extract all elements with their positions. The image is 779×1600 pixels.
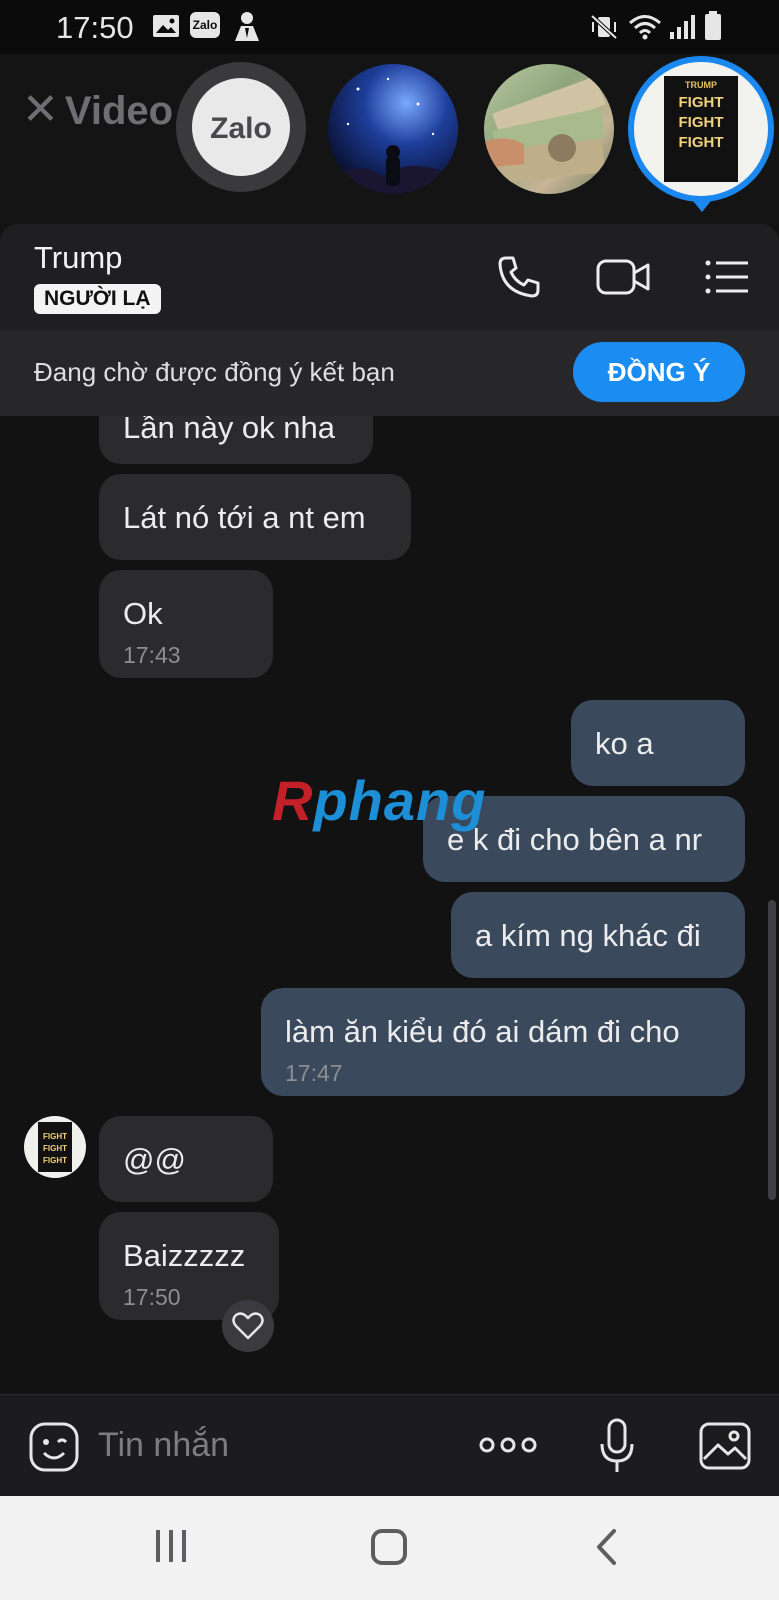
react-heart-button[interactable] <box>222 1300 274 1352</box>
message-bubble-incoming[interactable]: Lát nó tới a nt em <box>99 474 411 560</box>
scrollbar[interactable] <box>768 900 776 1200</box>
close-icon: ✕ <box>22 85 59 134</box>
chat-head-starry-sky[interactable] <box>328 64 458 194</box>
more-options-icon[interactable] <box>478 1433 538 1457</box>
recent-apps-icon[interactable] <box>154 1528 188 1564</box>
heart-icon <box>232 1312 264 1340</box>
message-input[interactable] <box>98 1421 428 1469</box>
zalo-logo-label: Zalo <box>210 112 272 145</box>
poster-word: FIGHT <box>43 1156 67 1165</box>
watermark-logo: Rphang <box>272 768 486 833</box>
system-navigation-bar <box>0 1496 779 1600</box>
zalo-app-icon: Zalo <box>190 12 220 38</box>
signal-icon <box>670 15 695 39</box>
mute-vibrate-icon <box>590 14 618 40</box>
message-time: 17:47 <box>285 1060 343 1086</box>
message-text: @@ <box>123 1142 186 1177</box>
chat-head-zalo[interactable]: Zalo <box>176 62 306 192</box>
starry-sky-avatar <box>328 77 458 194</box>
message-input-bar <box>0 1394 779 1496</box>
poster-word: FIGHT <box>678 134 724 151</box>
video-call-icon[interactable] <box>596 254 650 300</box>
chat-head-trump[interactable]: TRUMP FIGHT FIGHT FIGHT <box>628 56 774 202</box>
battery-icon <box>705 11 721 40</box>
message-text: Baizzzzz <box>123 1238 246 1273</box>
message-time: 17:50 <box>123 1284 181 1310</box>
watermark-part: phang <box>313 769 487 832</box>
user-app-icon <box>235 12 259 41</box>
message-text: ko a <box>595 726 654 761</box>
image-gallery-icon[interactable] <box>698 1421 752 1471</box>
chat-heads-strip: ✕ Video Zalo TRUMP FIGHT FIGHT FIGHT <box>0 54 779 224</box>
message-bubble-outgoing[interactable]: a kím ng khác đi <box>451 892 745 978</box>
gallery-icon <box>153 15 179 37</box>
stranger-badge: NGƯỜI LẠ <box>34 284 161 314</box>
wifi-icon <box>629 15 661 40</box>
message-text: Ok <box>123 596 163 631</box>
trump-poster-avatar: FIGHT FIGHT FIGHT <box>38 1122 72 1172</box>
message-time: 17:43 <box>123 642 181 668</box>
home-icon[interactable] <box>370 1528 408 1566</box>
message-list[interactable]: Lần này ok nha Lát nó tới a nt em Ok 17:… <box>0 416 779 1394</box>
chat-header: Trump NGƯỜI LẠ <box>0 224 779 330</box>
microphone-icon[interactable] <box>598 1417 636 1475</box>
contact-name[interactable]: Trump <box>34 240 122 276</box>
sticker-emoji-icon[interactable] <box>28 1421 80 1473</box>
close-video-button[interactable]: ✕ Video <box>22 84 173 135</box>
trump-poster-avatar: TRUMP FIGHT FIGHT FIGHT <box>664 76 738 182</box>
chat-head-money[interactable] <box>484 64 614 194</box>
accept-friend-button[interactable]: ĐỒNG Ý <box>573 342 745 402</box>
zalo-logo-icon: Zalo <box>192 78 290 176</box>
message-bubble-outgoing[interactable]: ko a <box>571 700 745 786</box>
back-icon[interactable] <box>594 1528 620 1566</box>
friend-request-status: Đang chờ được đồng ý kết bạn <box>34 357 395 387</box>
poster-title: TRUMP <box>685 80 717 90</box>
poster-word: FIGHT <box>678 114 724 131</box>
poster-word: FIGHT <box>678 94 724 111</box>
money-avatar <box>484 76 606 184</box>
contact-avatar[interactable]: FIGHT FIGHT FIGHT <box>24 1116 86 1178</box>
menu-list-icon[interactable] <box>704 254 750 300</box>
message-bubble-outgoing[interactable]: làm ăn kiểu đó ai dám đi cho 17:47 <box>261 988 745 1096</box>
message-text: a kím ng khác đi <box>475 918 701 953</box>
status-time: 17:50 <box>56 10 134 45</box>
status-bar: 17:50 Zalo <box>0 0 779 54</box>
message-bubble-incoming[interactable]: Lần này ok nha <box>99 416 373 464</box>
watermark-part: R <box>272 769 314 832</box>
poster-word: FIGHT <box>43 1144 67 1153</box>
message-text: Lát nó tới a nt em <box>123 500 366 535</box>
message-bubble-incoming[interactable]: Ok 17:43 <box>99 570 273 678</box>
phone-icon[interactable] <box>496 254 542 300</box>
poster-word: FIGHT <box>43 1132 67 1141</box>
active-chat-pointer <box>689 196 715 212</box>
close-video-label: Video <box>64 89 174 133</box>
friend-request-bar: Đang chờ được đồng ý kết bạn ĐỒNG Ý <box>0 330 779 416</box>
message-bubble-incoming[interactable]: @@ <box>99 1116 273 1202</box>
message-text: Lần này ok nha <box>123 416 336 445</box>
message-text: làm ăn kiểu đó ai dám đi cho <box>285 1014 680 1049</box>
